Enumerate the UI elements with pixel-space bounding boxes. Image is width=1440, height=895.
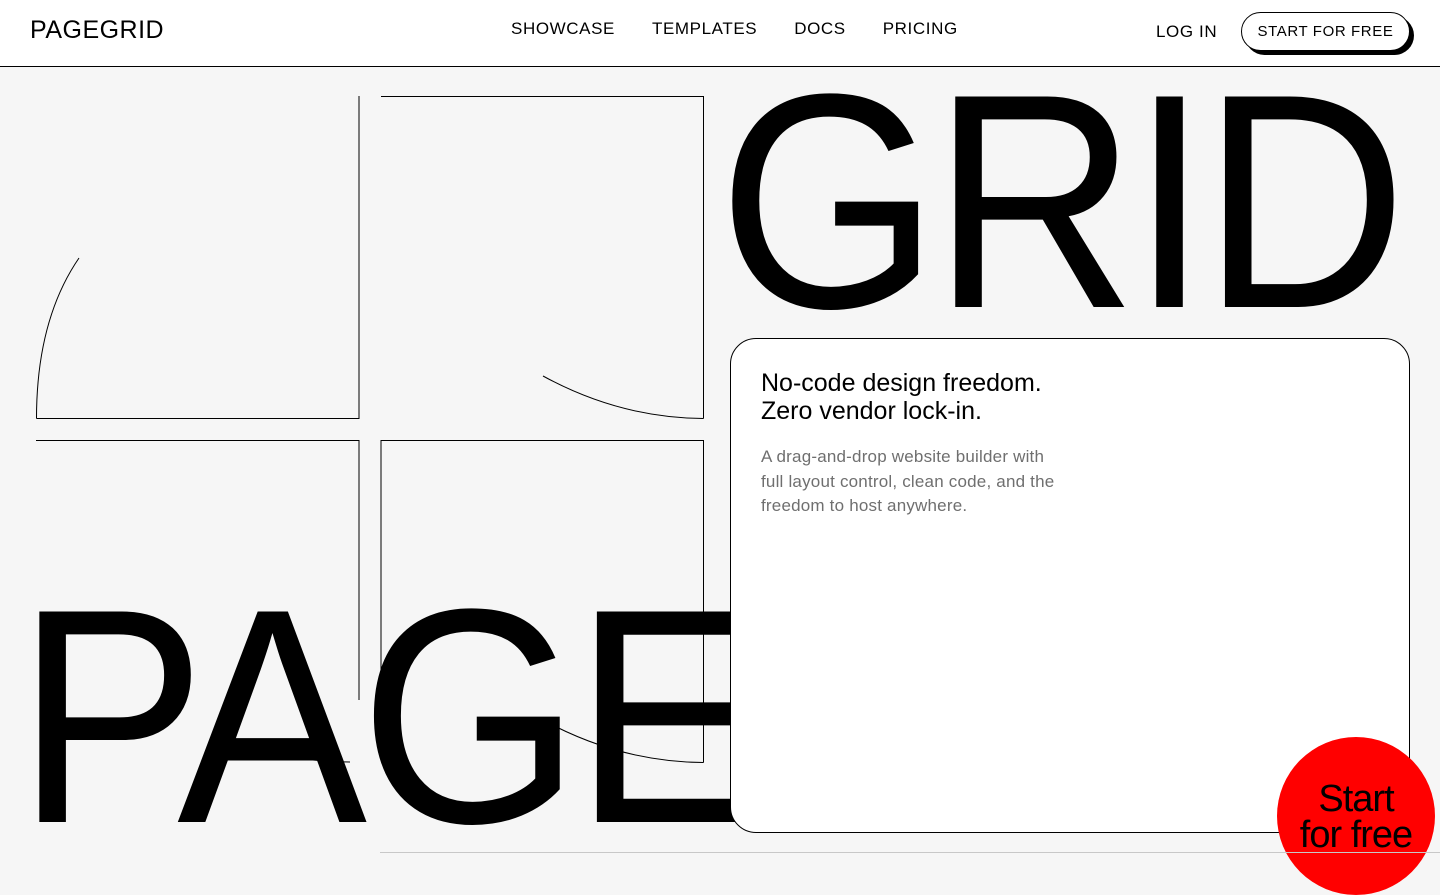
hero-word-page: PAGE [16,545,763,887]
nav-showcase[interactable]: SHOWCASE [511,19,615,39]
circle-cta-line-1: Start [1318,778,1394,820]
card-description: A drag-and-drop website builder with ful… [761,445,1091,519]
grid-cell-top-left [36,96,360,419]
card-headline: No-code design freedom. Zero vendor lock… [761,369,1042,425]
description-line-3: freedom to host anywhere. [761,496,968,515]
circle-cta-line-2: for free [1299,814,1413,856]
grid-cell-top-right [381,96,704,419]
headline-line-1: No-code design freedom. [761,369,1042,397]
logo[interactable]: PAGEGRID [30,16,164,44]
hero-word-grid: GRID [718,30,1407,372]
grid-arc-top-right [542,375,704,419]
headline-line-2: Zero vendor lock-in. [761,397,982,425]
grid-arc-top-left [36,257,80,419]
start-for-free-circle-button[interactable]: Start for free [1277,737,1435,895]
description-line-1: A drag-and-drop website builder with [761,447,1045,466]
description-line-2: full layout control, clean code, and the [761,471,1055,491]
